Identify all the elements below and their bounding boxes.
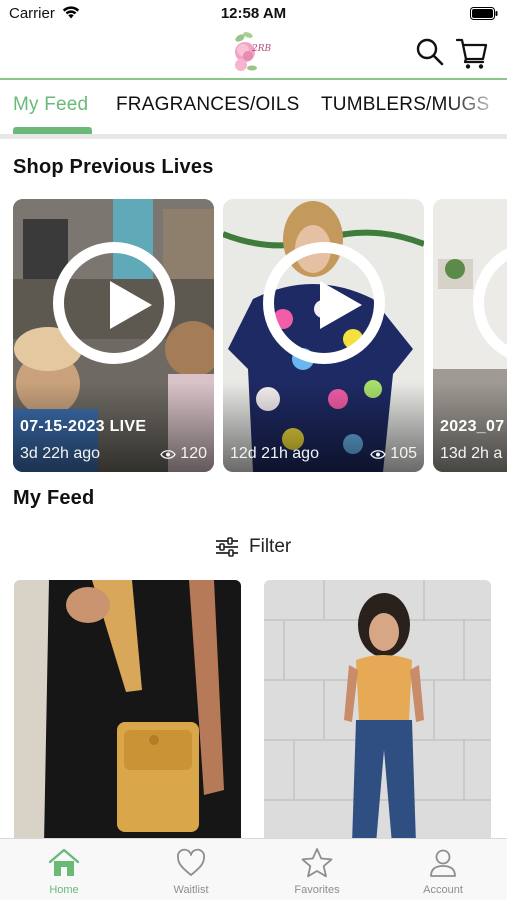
logo-text: 2RB: [252, 44, 272, 54]
live-card-title: 2023_07: [440, 418, 505, 435]
play-triangle: [110, 281, 152, 329]
product-card[interactable]: [14, 580, 241, 844]
live-card[interactable]: 07-15-2023 LIVE 3d 22h ago 120: [13, 199, 214, 472]
live-card-ago: 12d 21h ago: [230, 445, 319, 462]
tab-bar-label: Account: [423, 884, 463, 896]
status-time: 12:58 AM: [220, 5, 287, 22]
product-image: [14, 580, 241, 844]
active-tab-indicator: [13, 127, 92, 134]
product-card[interactable]: [264, 580, 491, 844]
previous-lives-carousel[interactable]: 07-15-2023 LIVE 3d 22h ago 120 12d 21h a…: [0, 199, 507, 472]
live-card-view-count: 120: [180, 445, 207, 462]
shop-previous-lives-title: Shop Previous Lives: [13, 156, 214, 178]
play-triangle: [320, 281, 362, 329]
live-card[interactable]: 12d 21h ago 105: [223, 199, 424, 472]
tab-fragrances-oils[interactable]: FRAGRANCES/OILS: [116, 94, 300, 116]
tab-bar-label: Home: [49, 884, 79, 896]
live-card-view-count: 105: [390, 445, 417, 462]
tab-bar-account[interactable]: Account: [393, 847, 493, 896]
cart-icon[interactable]: [455, 36, 489, 70]
header-divider: [0, 78, 507, 80]
filter-label: Filter: [249, 536, 292, 557]
eye-icon: [160, 449, 177, 459]
play-icon[interactable]: [263, 242, 385, 364]
bottom-tab-bar: Home Waitlist Favorites Account: [0, 838, 507, 900]
tab-bar-waitlist[interactable]: Waitlist: [141, 847, 241, 896]
tab-bar-home[interactable]: Home: [14, 847, 114, 896]
status-bar: Carrier 12:58 AM: [0, 0, 507, 28]
eye-icon: [370, 449, 387, 459]
tab-bar-label: Favorites: [294, 884, 340, 896]
play-icon[interactable]: [53, 242, 175, 364]
tab-bar-label: Waitlist: [173, 884, 209, 896]
sliders-icon: [216, 537, 238, 557]
live-card-ago: 13d 2h a: [440, 445, 503, 462]
filter-button[interactable]: Filter: [215, 534, 291, 560]
live-card-title: 07-15-2023 LIVE: [20, 418, 147, 435]
live-card-views: 105: [370, 445, 417, 463]
live-card[interactable]: 2023_07 13d 2h a: [433, 199, 507, 472]
star-icon: [301, 848, 333, 878]
app-header: 2RB: [0, 28, 507, 80]
tabs-divider: [0, 134, 507, 139]
search-icon[interactable]: [414, 36, 446, 68]
live-card-views: 120: [160, 445, 207, 463]
tab-my-feed[interactable]: My Feed: [13, 94, 88, 116]
person-icon: [430, 849, 456, 877]
home-icon: [48, 848, 80, 876]
tabs-fade: [447, 82, 507, 132]
battery-icon: [470, 7, 498, 20]
product-image: [264, 580, 491, 844]
tab-bar-favorites[interactable]: Favorites: [267, 847, 367, 896]
heart-icon: [177, 848, 205, 876]
my-feed-title: My Feed: [13, 487, 95, 509]
live-card-ago: 3d 22h ago: [20, 445, 101, 462]
